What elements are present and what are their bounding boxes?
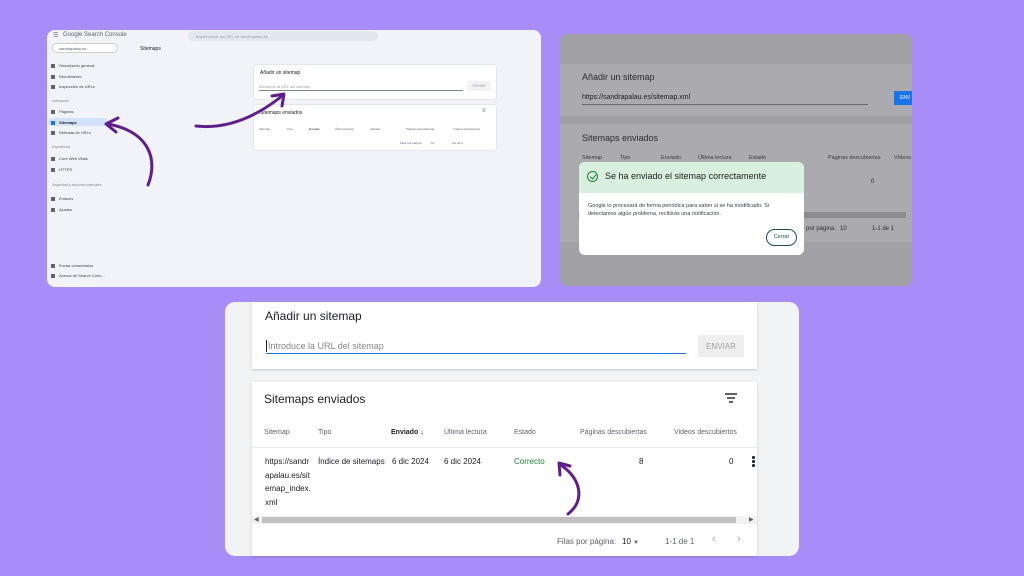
rows-per-page-label: Filas por página: (557, 537, 617, 546)
sent-sitemaps-card (252, 382, 757, 556)
dropdown-icon: ▼ (633, 540, 640, 546)
col-last-read[interactable]: Última lectura (444, 429, 487, 436)
col-type[interactable]: Tipo (318, 429, 331, 436)
col-submitted[interactable]: Enviado ↓ (391, 429, 424, 436)
chevron-right-icon[interactable]: › (737, 533, 741, 545)
row-type: Índice de sitemaps (318, 457, 385, 466)
col-status[interactable]: Estado (514, 429, 536, 436)
send-button[interactable]: ENVIAR (698, 335, 744, 357)
row-pages: 8 (639, 457, 644, 466)
header-divider (252, 447, 757, 448)
row-status: Correcto (514, 457, 545, 466)
input-placeholder: Introduce la URL del sitemap (268, 341, 384, 351)
col-sitemap[interactable]: Sitemap (264, 429, 290, 436)
sitemap-url-input[interactable]: Introduce la URL del sitemap (266, 339, 686, 354)
more-vert-icon[interactable] (752, 456, 755, 467)
row-submitted: 6 dic 2024 (392, 457, 429, 466)
panel3-layer: Añadir un sitemap Introduce la URL del s… (0, 0, 1024, 576)
scroll-right-icon[interactable]: ▶ (749, 516, 754, 523)
row-sitemap-url[interactable]: https://sandrapalau.es/sitemap_index.xml (265, 455, 311, 509)
add-sitemap-title: Añadir un sitemap (265, 309, 362, 323)
chevron-left-icon[interactable]: ‹ (712, 533, 716, 545)
col-videos[interactable]: Videos descubiertos (674, 429, 737, 436)
scroll-left-icon[interactable]: ◀ (254, 516, 259, 523)
text-cursor (266, 340, 267, 352)
horizontal-scrollbar[interactable]: ◀ ▶ (252, 516, 757, 524)
filter-icon[interactable] (725, 393, 737, 403)
row-last-read: 6 dic 2024 (444, 457, 481, 466)
row-videos: 0 (729, 457, 734, 466)
arrow-down-icon: ↓ (420, 429, 424, 436)
col-pages[interactable]: Páginas descubiertas (580, 429, 647, 436)
scrollbar-thumb[interactable] (262, 517, 736, 523)
sent-sitemaps-title: Sitemaps enviados (264, 392, 366, 406)
page-range: 1-1 de 1 (665, 537, 695, 546)
rows-per-page-select[interactable]: 10 ▼ (622, 537, 639, 546)
